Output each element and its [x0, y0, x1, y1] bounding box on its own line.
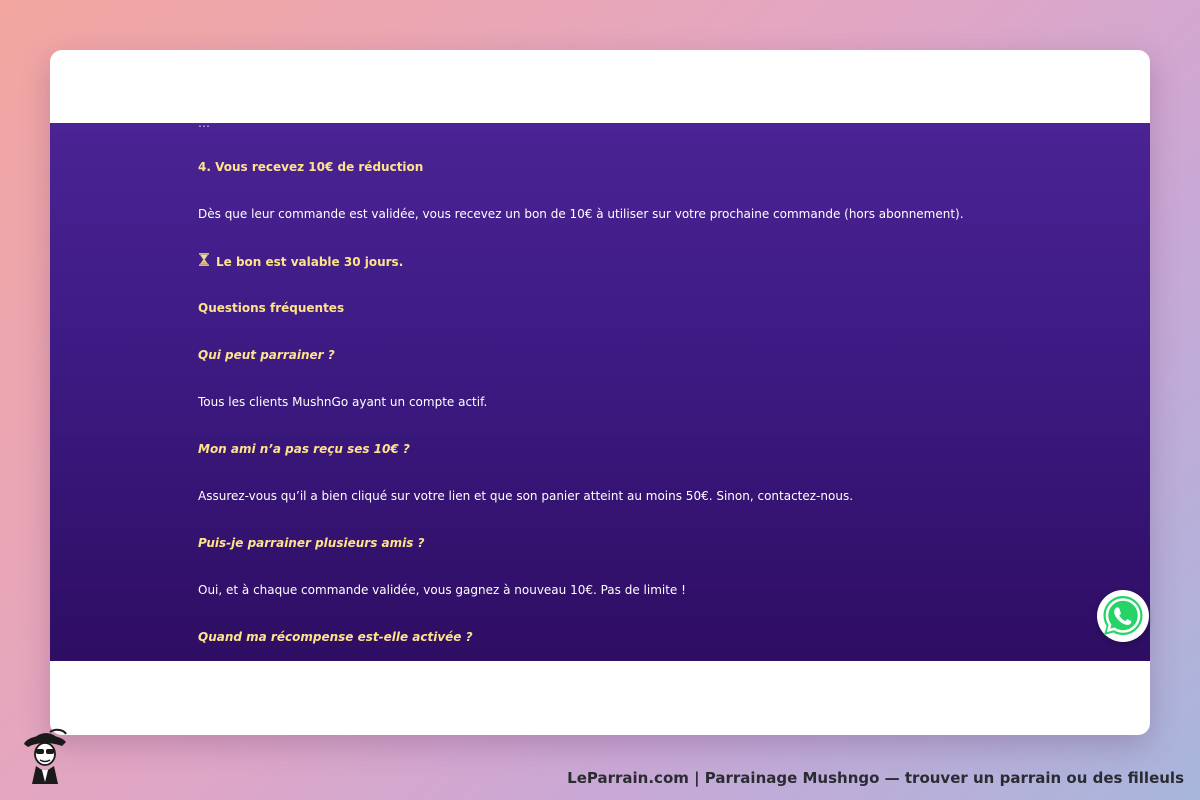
faq-answer-1: Tous les clients MushnGo ayant un compte…	[198, 395, 488, 409]
article-content: … 4. Vous recevez 10€ de réduction Dès q…	[50, 123, 1150, 661]
faq-question-2: Mon ami n’a pas reçu ses 10€ ?	[198, 442, 410, 456]
whatsapp-button[interactable]	[1097, 590, 1149, 642]
faq-question-4: Quand ma récompense est-elle activée ?	[198, 630, 473, 644]
browser-card: … 4. Vous recevez 10€ de réduction Dès q…	[50, 50, 1150, 735]
hourglass-icon	[198, 253, 210, 270]
faq-question-1: Qui peut parrainer ?	[198, 348, 335, 362]
faq-heading: Questions fréquentes	[198, 301, 345, 315]
faq-answer-3: Oui, et à chaque commande validée, vous …	[198, 583, 686, 597]
footer-title: LeParrain.com | Parrainage Mushngo — tro…	[567, 769, 1184, 787]
cut-off-line: …	[198, 123, 210, 130]
detective-mascot-logo[interactable]	[18, 728, 72, 784]
validity-note: Le bon est valable 30 jours.	[198, 253, 403, 270]
faq-question-3: Puis-je parrainer plusieurs amis ?	[198, 536, 425, 550]
step-4-heading: 4. Vous recevez 10€ de réduction	[198, 160, 424, 174]
step-4-text: Dès que leur commande est validée, vous …	[198, 207, 964, 221]
validity-text: Le bon est valable 30 jours.	[216, 255, 404, 269]
whatsapp-icon	[1103, 596, 1143, 635]
faq-answer-2: Assurez-vous qu’il a bien cliqué sur vot…	[198, 489, 854, 503]
